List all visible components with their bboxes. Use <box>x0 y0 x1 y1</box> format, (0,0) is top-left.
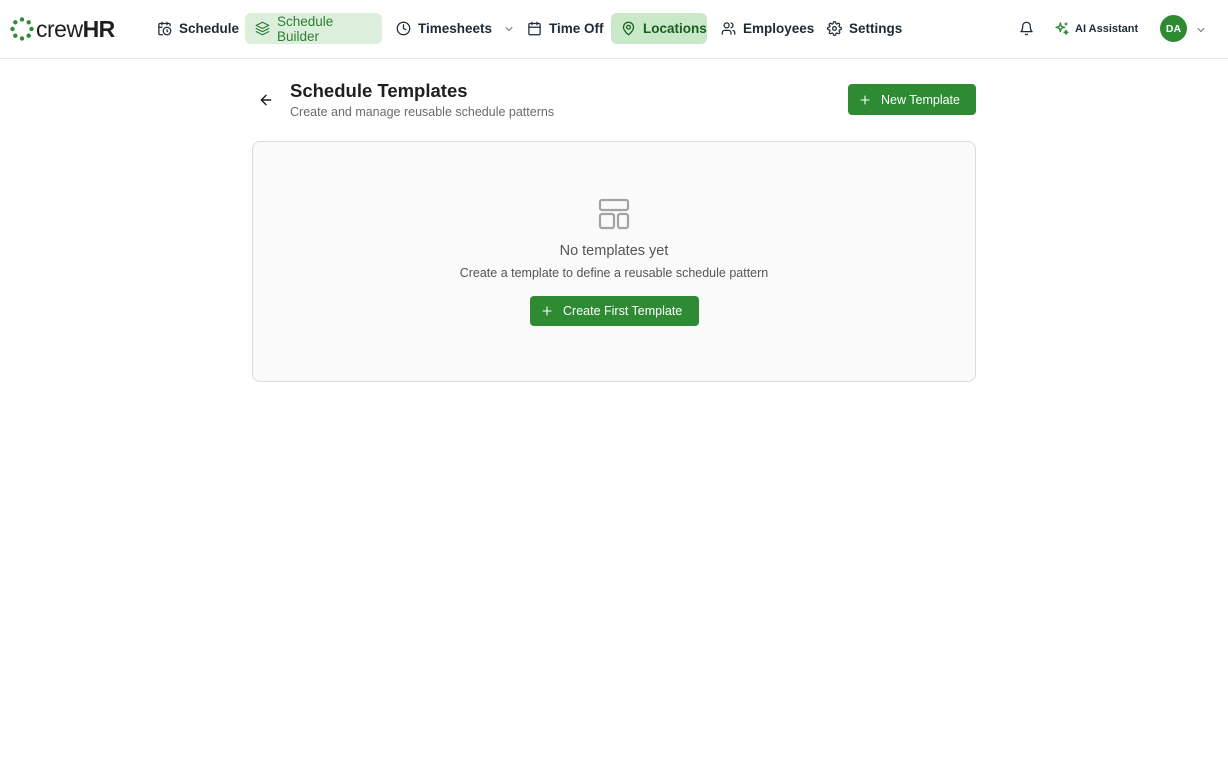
nav-employees-label: Employees <box>743 21 815 36</box>
nav-time-off[interactable]: Time Off <box>517 13 614 44</box>
calendar-icon <box>528 21 541 36</box>
nav-employees[interactable]: Employees <box>711 13 824 44</box>
user-avatar[interactable]: DA <box>1160 15 1187 42</box>
layers-icon <box>255 21 270 36</box>
new-template-label: New Template <box>881 92 960 107</box>
gear-icon <box>827 21 842 36</box>
nav-schedule-builder-label: Schedule Builder <box>277 13 334 44</box>
clock-icon <box>396 21 411 36</box>
sparkles-icon <box>1055 22 1069 35</box>
page-subtitle: Create and manage reusable schedule patt… <box>290 105 555 119</box>
chevron-down-icon <box>1197 28 1205 32</box>
nav-timesheets[interactable]: Timesheets <box>386 13 525 44</box>
nav-schedule-label: Schedule <box>179 21 240 36</box>
top-navbar: crewHR Schedule Schedule Builder Timeshe… <box>0 0 1228 59</box>
create-first-template-button[interactable]: Create First Template <box>530 296 699 326</box>
new-template-button[interactable]: New Template <box>848 84 976 115</box>
plus-icon <box>860 94 870 105</box>
nav-settings-label: Settings <box>849 21 903 36</box>
user-menu-toggle[interactable] <box>1195 23 1207 41</box>
nav-time-off-label: Time Off <box>549 21 604 36</box>
ai-assistant-label: AI Assistant <box>1075 23 1139 35</box>
nav-settings[interactable]: Settings <box>817 13 912 44</box>
empty-state-title: No templates yet <box>559 243 669 259</box>
nav-schedule[interactable]: Schedule <box>147 13 249 44</box>
empty-state-card: No templates yet Create a template to de… <box>252 141 976 382</box>
plus-icon <box>542 306 552 316</box>
avatar-initials: DA <box>1165 22 1182 35</box>
calendar-clock-icon <box>158 21 172 36</box>
bell-icon <box>1020 21 1033 36</box>
create-first-template-label: Create First Template <box>563 304 683 318</box>
nav-locations[interactable]: Locations <box>611 13 707 44</box>
chevron-down-icon <box>505 26 513 31</box>
page-title: Schedule Templates <box>290 80 468 101</box>
empty-state-description: Create a template to define a reusable s… <box>459 266 769 280</box>
back-button[interactable] <box>258 92 274 108</box>
nav-schedule-builder[interactable]: Schedule Builder <box>245 13 382 44</box>
crewhr-logo[interactable]: crewHR <box>10 16 115 42</box>
ai-assistant-button[interactable]: AI Assistant <box>1054 18 1138 40</box>
logo-text: crewHR <box>36 16 115 42</box>
logo-mark-icon <box>10 17 34 41</box>
nav-locations-label: Locations <box>643 21 707 36</box>
arrow-left-icon <box>260 94 272 106</box>
nav-timesheets-label: Timesheets <box>418 21 493 36</box>
map-pin-icon <box>622 21 635 36</box>
template-layout-icon <box>598 198 630 235</box>
users-icon <box>721 22 736 35</box>
notifications-button[interactable] <box>1019 21 1034 36</box>
